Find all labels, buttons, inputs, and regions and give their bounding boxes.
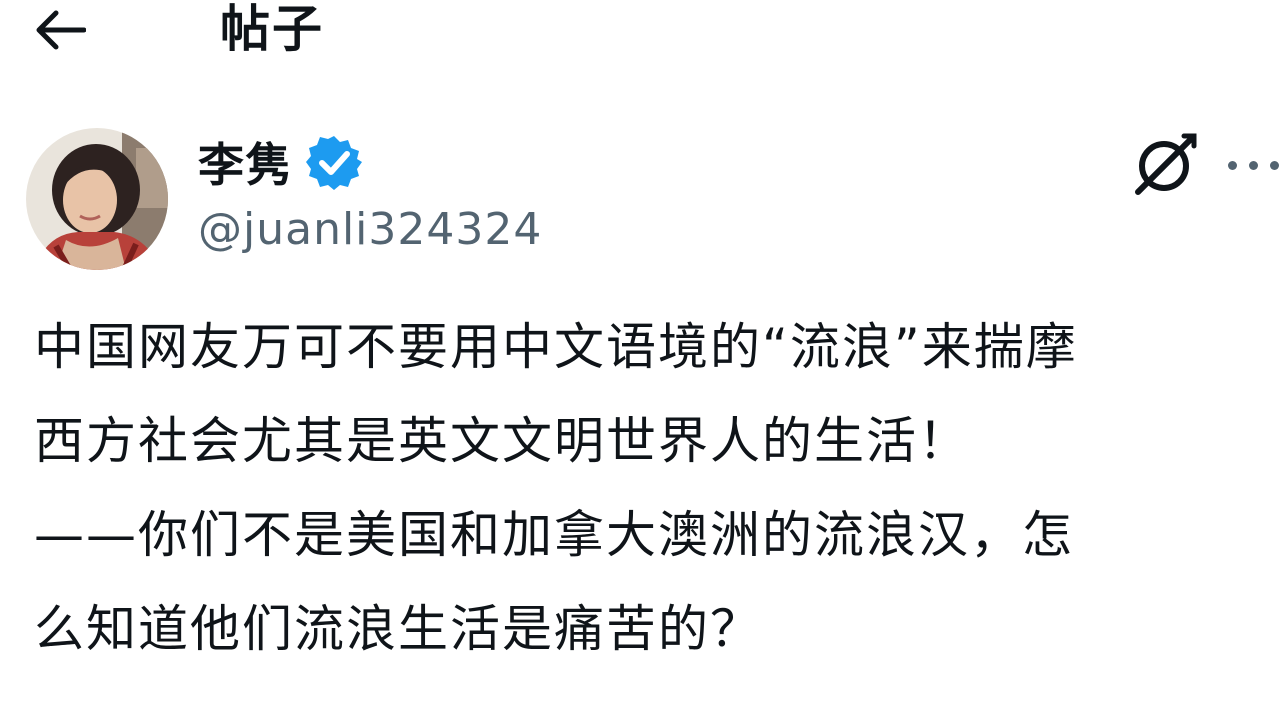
avatar[interactable] (26, 128, 168, 270)
more-horizontal-icon-dot (1249, 160, 1258, 170)
arrow-left-icon (36, 10, 86, 50)
grok-icon (1135, 133, 1197, 195)
author-display-name[interactable]: 李隽 (198, 129, 292, 195)
grok-button[interactable] (1124, 126, 1204, 206)
more-options-button[interactable] (1228, 140, 1280, 190)
post-screen: 帖子 李隽 @juanli324324 中国网友万可不要用中文语境的“流浪”来揣… (0, 0, 1280, 714)
avatar-photo (26, 128, 168, 270)
author-name-row[interactable]: 李隽 (198, 130, 362, 194)
author-handle[interactable]: @juanli324324 (198, 204, 542, 255)
post-text-line: ——你们不是美国和加拿大澳洲的流浪汉，怎 (34, 506, 1074, 564)
back-button[interactable] (28, 0, 92, 60)
post-text-line: 西方社会尤其是英文文明世界人的生活！ (34, 412, 970, 470)
more-horizontal-icon (1228, 160, 1237, 170)
page-title: 帖子 (220, 0, 324, 58)
post-text-line: 中国网友万可不要用中文语境的“流浪”来揣摩 (34, 318, 1078, 376)
more-horizontal-icon-dot (1270, 160, 1279, 170)
post-text: 中国网友万可不要用中文语境的“流浪”来揣摩 西方社会尤其是英文文明世界人的生活！… (34, 300, 1264, 676)
post-text-line: 么知道他们流浪生活是痛苦的？ (34, 600, 762, 658)
verified-badge-icon (306, 136, 362, 190)
